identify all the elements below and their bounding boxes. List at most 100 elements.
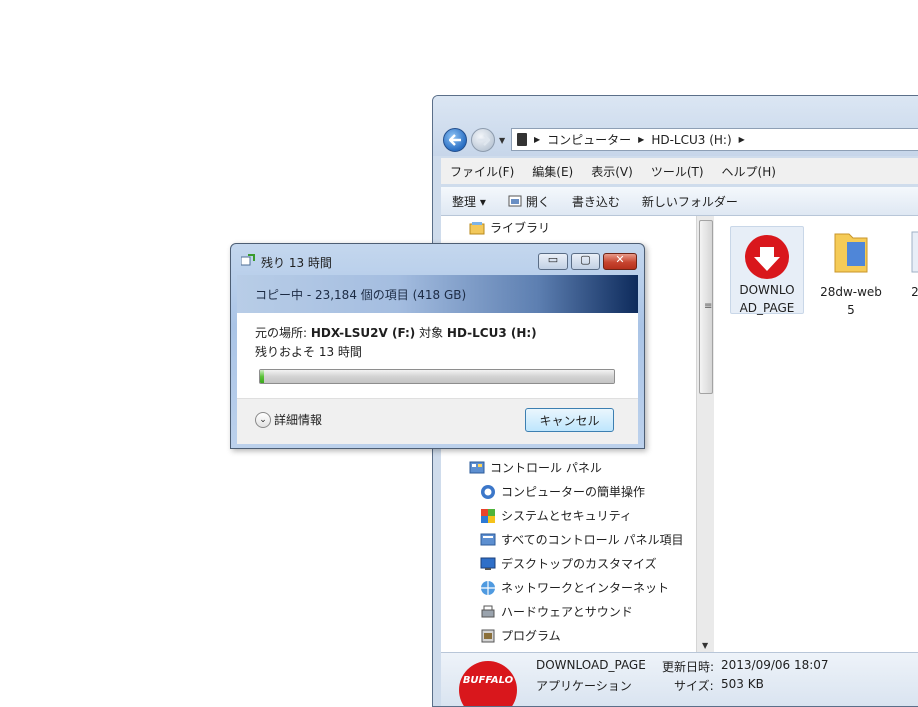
programs-icon (481, 629, 495, 642)
breadcrumb-computer[interactable]: コンピューター (547, 131, 631, 148)
nav-item-label: プログラム (501, 629, 561, 643)
printer-icon (481, 605, 495, 617)
cancel-button[interactable]: キャンセル (525, 408, 614, 432)
minimize-icon: ▭ (547, 253, 559, 266)
recent-pages-dropdown[interactable]: ▼ (499, 136, 505, 145)
menu-file[interactable]: ファイル(F) (441, 163, 523, 180)
nav-item-label: すべてのコントロール パネル項目 (501, 533, 684, 547)
menu-help[interactable]: ヘルプ(H) (713, 163, 785, 180)
details-pane: BUFFALO DOWNLOAD_PAGE アプリケーション 更新日時: 201… (441, 652, 918, 706)
nav-item-label: システムとセキュリティ (501, 509, 632, 523)
burn-button[interactable]: 書き込む (561, 193, 631, 210)
source-drive: HDX-LSU2V (F:) (310, 326, 416, 340)
drive-icon (517, 133, 527, 146)
nav-item-label: コントロール パネル (490, 461, 602, 475)
source-label: 元の場所: (255, 326, 311, 340)
details-modified-value: 2013/09/06 18:07 (721, 658, 829, 672)
file-item-download-page[interactable]: DOWNLO AD_PAGE (730, 226, 804, 315)
nav-item-label: デスクトップのカスタマイズ (501, 557, 657, 571)
open-button[interactable]: 開く (497, 193, 561, 210)
menu-edit[interactable]: 編集(E) (523, 163, 582, 180)
command-bar: 整理 ▾ 開く 書き込む 新しいフォルダー (441, 187, 918, 216)
network-icon (481, 580, 495, 595)
details-file-type: アプリケーション (536, 679, 632, 693)
grip-icon: ≡ (704, 301, 713, 312)
maximize-button[interactable]: ▢ (571, 253, 600, 270)
details-modified-label: 更新日時: (662, 660, 715, 674)
progress-fill (260, 370, 264, 383)
organize-button[interactable]: 整理 ▾ (441, 193, 497, 210)
library-icon (469, 221, 485, 234)
download-arrow-icon (754, 247, 780, 271)
nav-item-personalization[interactable]: デスクトップのカスタマイズ (480, 555, 657, 572)
address-row: ▼ ▶ コンピューター ▶ HD-LCU3 (H:) ▶ (433, 96, 918, 156)
minimize-button[interactable]: ▭ (538, 253, 568, 270)
details-file-name: DOWNLOAD_PAGE (536, 658, 646, 672)
shield-icon (481, 508, 495, 523)
desktop-icon (480, 557, 496, 570)
file-name: 28dw-web 5 (820, 285, 882, 317)
more-details-toggle[interactable]: ⌄ 詳細情報 (255, 411, 322, 428)
copy-progress-dialog: 残り 13 時間 ▭ ▢ ✕ コピー中 - 23,184 個の項目 (418 G… (230, 243, 645, 449)
nav-item-control-panel[interactable]: コントロール パネル (469, 459, 602, 476)
close-icon: ✕ (615, 253, 625, 266)
file-icon (911, 231, 918, 273)
buffalo-logo-icon: BUFFALO (459, 661, 517, 706)
chevron-down-icon: ⌄ (255, 411, 271, 428)
chevron-right-icon[interactable]: ▶ (638, 135, 644, 144)
details-size-label: サイズ: (674, 679, 714, 693)
new-folder-button[interactable]: 新しいフォルダー (631, 193, 749, 210)
file-item-partial[interactable]: 2 (900, 226, 918, 301)
nav-item-system-security[interactable]: システムとセキュリティ (480, 507, 632, 524)
chevron-right-icon[interactable]: ▶ (534, 135, 540, 144)
back-arrow-icon (449, 134, 461, 146)
source-target-line: 元の場所: HDX-LSU2V (F:) 対象 HD-LCU3 (H:) (255, 324, 537, 341)
file-name: 2 (900, 283, 918, 301)
buffalo-download-icon (745, 235, 789, 279)
menu-bar: ファイル(F) 編集(E) 表示(V) ツール(T) ヘルプ(H) (441, 158, 918, 184)
dialog-footer: ⌄ 詳細情報 キャンセル (237, 398, 638, 444)
dialog-title: 残り 13 時間 (261, 256, 332, 270)
progress-track (260, 370, 614, 383)
nav-item-label: ライブラリ (490, 221, 551, 235)
menu-tools[interactable]: ツール(T) (642, 163, 713, 180)
maximize-icon: ▢ (580, 253, 591, 266)
control-panel-icon (469, 461, 485, 473)
nav-item-label: コンピューターの簡単操作 (501, 485, 646, 499)
copy-summary: コピー中 - 23,184 個の項目 (418 GB) (255, 288, 467, 302)
nav-item-label: ネットワークとインターネット (501, 581, 670, 595)
dialog-body: コピー中 - 23,184 個の項目 (418 GB) 元の場所: HDX-LS… (237, 275, 638, 444)
copy-progress-bar (259, 369, 615, 384)
open-button-label: 開く (525, 194, 550, 209)
nav-item-label: ハードウェアとサウンド (501, 605, 633, 619)
copy-icon (241, 254, 255, 266)
target-drive: HD-LCU3 (H:) (446, 326, 537, 340)
scroll-thumb[interactable]: ≡ (699, 220, 713, 394)
more-details-label: 詳細情報 (274, 413, 323, 427)
nav-item-library[interactable]: ライブラリ (469, 219, 550, 236)
nav-item-ease-of-access[interactable]: コンピューターの簡単操作 (480, 483, 645, 500)
file-item-28dw-web5[interactable]: 28dw-web 5 (815, 226, 887, 319)
nav-item-hardware-sound[interactable]: ハードウェアとサウンド (480, 603, 633, 620)
target-label: 対象 (415, 326, 447, 340)
chevron-right-icon[interactable]: ▶ (739, 135, 745, 144)
nav-scrollbar[interactable]: ≡ ▼ (696, 216, 714, 652)
nav-item-programs[interactable]: プログラム (480, 627, 561, 644)
copy-status-header: コピー中 - 23,184 個の項目 (418 GB) (237, 275, 638, 313)
breadcrumb-drive[interactable]: HD-LCU3 (H:) (651, 133, 731, 147)
address-bar[interactable]: ▶ コンピューター ▶ HD-LCU3 (H:) ▶ (511, 128, 918, 151)
ease-of-access-icon (481, 484, 495, 499)
scroll-down-icon[interactable]: ▼ (702, 641, 708, 650)
nav-item-all-control-panel[interactable]: すべてのコントロール パネル項目 (480, 531, 684, 548)
time-remaining: 残りおよそ 13 時間 (255, 345, 362, 359)
forward-button[interactable] (471, 128, 495, 152)
nav-item-network[interactable]: ネットワークとインターネット (480, 579, 669, 596)
control-panel-icon (480, 533, 496, 545)
open-icon (508, 195, 522, 207)
folder-icon (834, 233, 868, 273)
close-button[interactable]: ✕ (603, 253, 637, 270)
menu-view[interactable]: 表示(V) (582, 163, 642, 180)
back-button[interactable] (443, 128, 467, 152)
file-name: DOWNLO AD_PAGE (739, 283, 795, 315)
forward-arrow-icon (478, 134, 490, 146)
